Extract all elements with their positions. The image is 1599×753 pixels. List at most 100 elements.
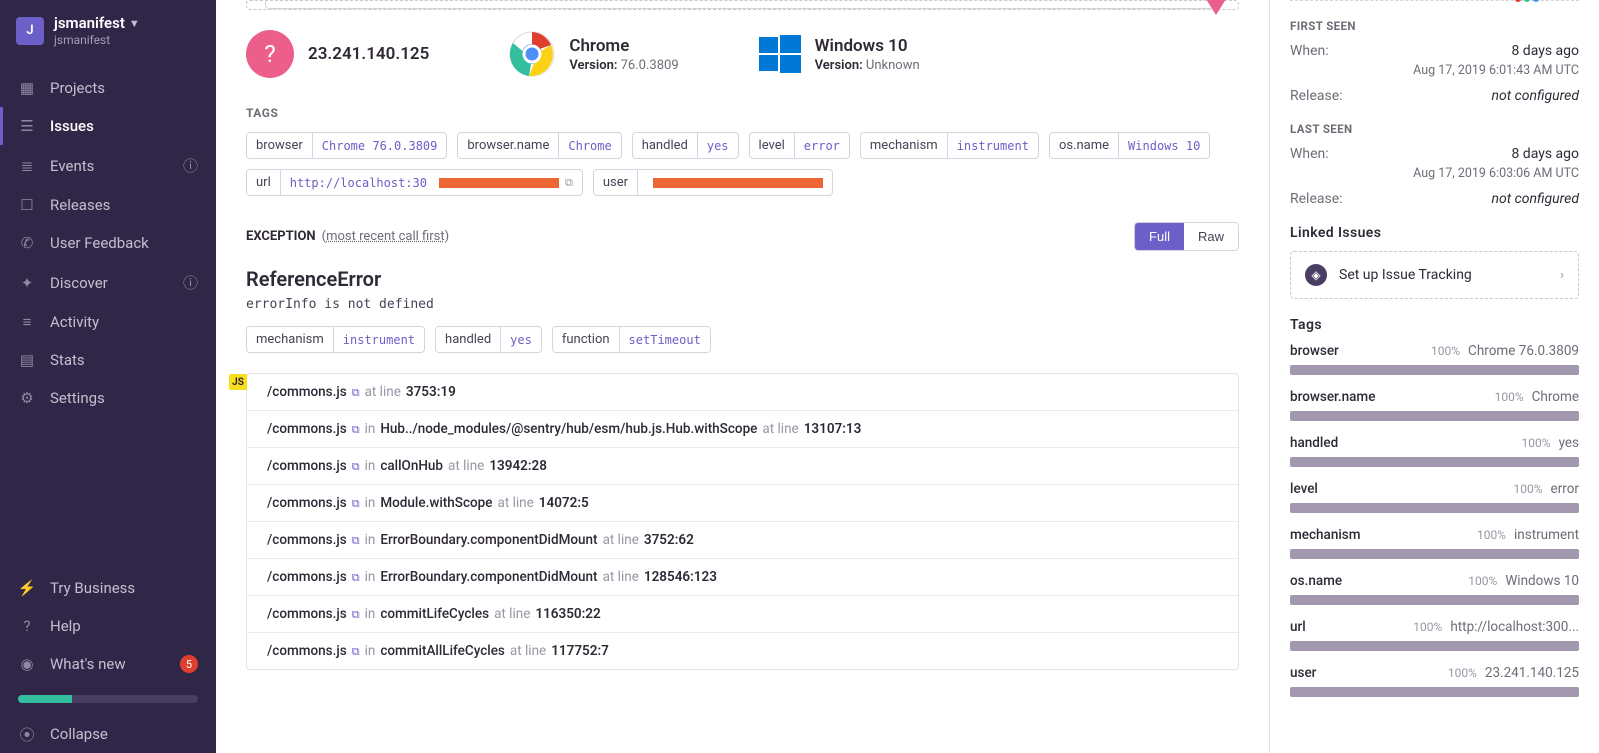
org-slug: jsmanifest <box>54 33 140 47</box>
nav-try-business[interactable]: ⚡Try Business <box>0 569 216 607</box>
external-link-icon: ⧉ <box>352 423 360 437</box>
banner-placeholder <box>246 0 1239 10</box>
exception-heading: EXCEPTION <box>246 229 316 244</box>
tag-os-name[interactable]: os.nameWindows 10 <box>1049 132 1210 159</box>
tag-stat[interactable]: handled100%yes <box>1290 435 1579 467</box>
js-badge: JS <box>229 374 247 390</box>
tag-stat[interactable]: url100%http://localhost:300... <box>1290 619 1579 651</box>
tag-level[interactable]: levelerror <box>749 132 850 159</box>
tag-browser-name[interactable]: browser.nameChrome <box>457 132 621 159</box>
nav-issues[interactable]: ☰Issues <box>0 107 216 145</box>
cube-icon: ◈ <box>1305 264 1327 286</box>
sidebar: J jsmanifest ▼ jsmanifest ▦Projects ☰Iss… <box>0 0 216 753</box>
main-content: ? 23.241.140.125 Chrome Version: 76.0.38… <box>216 0 1269 753</box>
redacted <box>653 178 823 188</box>
tag-browser[interactable]: browserChrome 76.0.3809 <box>246 132 447 159</box>
external-link-icon: ⧉ <box>352 645 360 659</box>
tag-url[interactable]: urlhttp://localhost:30⧉ <box>246 169 583 196</box>
list-icon: ≡ <box>18 313 36 331</box>
stack-frame[interactable]: /commons.js⧉ at line 3753:19 <box>247 374 1238 411</box>
external-link-icon: ⧉ <box>352 571 360 585</box>
exception-handled[interactable]: handledyes <box>435 326 542 353</box>
info-icon: ⓘ <box>183 155 198 176</box>
exception-mechanism[interactable]: mechanisminstrument <box>246 326 425 353</box>
nav-help[interactable]: ?Help <box>0 607 216 645</box>
bolt-icon: ⚡ <box>18 579 36 597</box>
os-block: Windows 10 Version: Unknown <box>759 33 920 75</box>
nav-whats-new[interactable]: ◉What's new5 <box>0 645 216 683</box>
nav-events[interactable]: ≣Eventsⓘ <box>0 145 216 186</box>
toggle-full[interactable]: Full <box>1135 223 1184 250</box>
nav-releases[interactable]: ☐Releases <box>0 186 216 224</box>
browser-name: Chrome <box>569 36 678 56</box>
collapse-icon: ⦿ <box>18 725 36 743</box>
tag-handled[interactable]: handledyes <box>632 132 739 159</box>
windows-icon <box>759 33 801 75</box>
layers-icon: ≣ <box>18 157 36 175</box>
nav-stats[interactable]: ▤Stats <box>0 341 216 379</box>
nav-settings[interactable]: ⚙Settings <box>0 379 216 417</box>
last-seen-release: not configured <box>1492 191 1579 207</box>
user-block: ? 23.241.140.125 <box>246 30 429 78</box>
last-seen-ts: Aug 17, 2019 6:03:06 AM UTC <box>1290 166 1579 181</box>
nav-feedback[interactable]: ✆User Feedback <box>0 224 216 262</box>
redacted <box>439 178 559 188</box>
tag-user[interactable]: user <box>593 169 833 196</box>
stack-frame[interactable]: /commons.js⧉ in Module.withScope at line… <box>247 485 1238 522</box>
chart-icon: ▤ <box>18 351 36 369</box>
exception-function[interactable]: functionsetTimeout <box>552 326 711 353</box>
quota-bar <box>18 695 198 703</box>
stack-frame[interactable]: /commons.js⧉ in callOnHub at line 13942:… <box>247 448 1238 485</box>
tags-heading: TAGS <box>246 106 1239 120</box>
chevron-right-icon: › <box>1560 268 1564 283</box>
stack-frame[interactable]: /commons.js⧉ in Hub../node_modules/@sent… <box>247 411 1238 448</box>
first-seen-release: not configured <box>1492 88 1579 104</box>
tag-mechanism[interactable]: mechanisminstrument <box>860 132 1039 159</box>
exception-note: (most recent call first) <box>322 229 450 244</box>
stack-trace: JS /commons.js⧉ at line 3753:19/commons.… <box>246 373 1239 670</box>
issues-icon: ☰ <box>18 117 36 135</box>
stack-frame[interactable]: /commons.js⧉ in ErrorBoundary.componentD… <box>247 522 1238 559</box>
nav-collapse[interactable]: ⦿Collapse <box>0 715 216 753</box>
gear-icon: ⚙ <box>18 389 36 407</box>
first-seen-heading: FIRST SEEN <box>1290 19 1579 33</box>
setup-issue-tracking[interactable]: ◈ Set up Issue Tracking › <box>1290 251 1579 299</box>
nav-activity[interactable]: ≡Activity <box>0 303 216 341</box>
grid-icon: ▦ <box>18 79 36 97</box>
chrome-icon <box>509 31 555 77</box>
user-avatar: ? <box>246 30 294 78</box>
external-link-icon: ⧉ <box>565 176 573 190</box>
org-switcher[interactable]: J jsmanifest ▼ jsmanifest <box>0 0 216 61</box>
stack-frame[interactable]: /commons.js⧉ in commitAllLifeCycles at l… <box>247 633 1238 669</box>
error-message: errorInfo is not defined <box>246 297 1239 312</box>
tag-stat[interactable]: browser100%Chrome 76.0.3809 <box>1290 343 1579 375</box>
details-sidebar: FIRST SEEN When:8 days ago Aug 17, 2019 … <box>1269 0 1599 753</box>
nav-projects[interactable]: ▦Projects <box>0 69 216 107</box>
rocket-icon: ✦ <box>18 274 36 292</box>
external-link-icon: ⧉ <box>352 460 360 474</box>
help-icon: ? <box>18 617 36 635</box>
stack-view-toggle: Full Raw <box>1134 222 1239 251</box>
info-icon: ⓘ <box>183 272 198 293</box>
browser-block: Chrome Version: 76.0.3809 <box>509 31 678 77</box>
tag-stat[interactable]: browser.name100%Chrome <box>1290 389 1579 421</box>
last-seen-heading: LAST SEEN <box>1290 122 1579 136</box>
tag-stat[interactable]: os.name100%Windows 10 <box>1290 573 1579 605</box>
tag-stat[interactable]: level100%error <box>1290 481 1579 513</box>
linked-issues-heading: Linked Issues <box>1290 225 1579 241</box>
toggle-raw[interactable]: Raw <box>1184 223 1238 250</box>
stack-frame[interactable]: /commons.js⧉ in commitLifeCycles at line… <box>247 596 1238 633</box>
nav-discover[interactable]: ✦Discoverⓘ <box>0 262 216 303</box>
tags-stats-heading: Tags <box>1290 317 1579 333</box>
external-link-icon: ⧉ <box>352 608 360 622</box>
announce-icon: ✆ <box>18 234 36 252</box>
external-link-icon: ⧉ <box>352 386 360 400</box>
whats-new-badge: 5 <box>180 655 198 673</box>
chevron-down-icon: ▼ <box>129 17 140 30</box>
first-seen-when: 8 days ago <box>1511 43 1579 59</box>
first-seen-ts: Aug 17, 2019 6:01:43 AM UTC <box>1290 63 1579 78</box>
tag-stat[interactable]: user100%23.241.140.125 <box>1290 665 1579 697</box>
last-seen-when: 8 days ago <box>1511 146 1579 162</box>
stack-frame[interactable]: /commons.js⧉ in ErrorBoundary.componentD… <box>247 559 1238 596</box>
tag-stat[interactable]: mechanism100%instrument <box>1290 527 1579 559</box>
